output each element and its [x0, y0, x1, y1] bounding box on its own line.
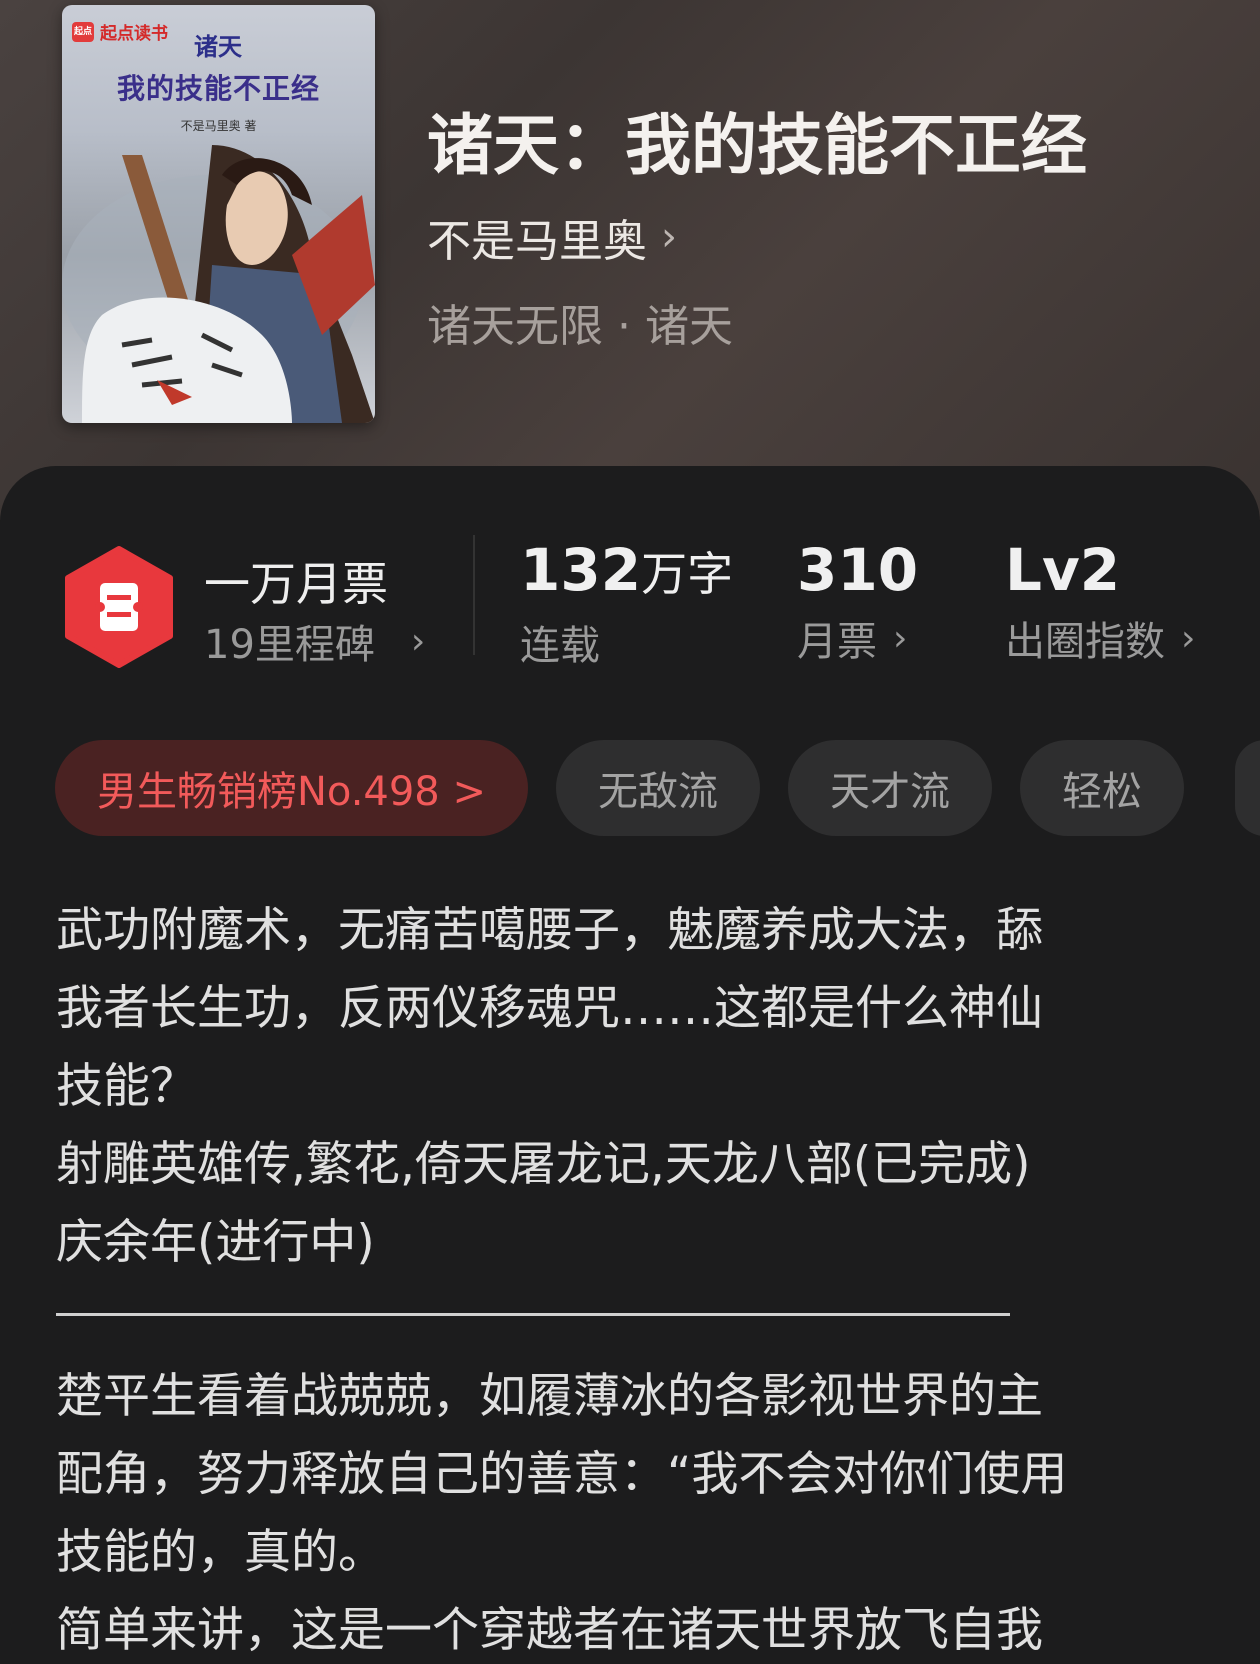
circle-index-stat[interactable]: Lv2 出圈指数 › [1005, 535, 1195, 667]
description-line: 配角，努力释放自己的善意：“我不会对你们使用 [56, 1447, 1068, 1502]
circle-index-label: 出圈指数 [1005, 619, 1165, 665]
stat-divider [473, 535, 475, 655]
monthly-tickets-stat[interactable]: 310 月票 › [797, 535, 918, 667]
serial-status: 连载 [520, 623, 600, 669]
cover-title-line1: 诸天 [194, 33, 242, 61]
chevron-right-icon: › [893, 617, 908, 659]
monthly-tickets-value: 310 [797, 536, 919, 604]
circle-index-value: Lv2 [1005, 536, 1121, 604]
rank-tag[interactable]: 男生畅销榜No.498 > [55, 740, 528, 836]
word-count-stat: 132万字 连载 [520, 535, 733, 671]
cover-brand: 起点 起点读书 [72, 19, 168, 44]
tag-list: 男生畅销榜No.498 > 无敌流 天才流 轻松 [55, 740, 1184, 836]
honor-title[interactable]: 一万月票 [204, 548, 388, 614]
description-line: 武功附魔术，无痛苦噶腰子，魅魔养成大法，舔 [56, 903, 1043, 958]
tag-item[interactable]: 无敌流 [555, 740, 760, 836]
cover-illustration [62, 145, 375, 423]
brand-logo-icon: 起点 [72, 21, 94, 42]
honor-milestone-label: 19里程碑 [204, 622, 375, 668]
book-description-continued[interactable]: 楚平生看着战兢兢，如履薄冰的各影视世界的主 配角，努力释放自己的善意：“我不会对… [56, 1358, 1226, 1664]
honor-milestone[interactable]: 19里程碑 › [204, 612, 425, 670]
chevron-right-icon: › [661, 214, 677, 260]
tag-item[interactable]: 轻松 [1019, 740, 1184, 836]
monthly-tickets-label: 月票 [797, 619, 877, 665]
tag-item-partial[interactable] [1235, 740, 1260, 836]
author-link[interactable]: 不是马里奥 › [427, 205, 677, 269]
description-line: 庆余年(进行中) [56, 1215, 375, 1270]
cover-title-line2: 我的技能不正经 [116, 72, 320, 105]
description-line: 楚平生看着战兢兢，如履薄冰的各影视世界的主 [56, 1369, 1043, 1424]
monthly-ticket-badge-icon[interactable] [62, 545, 176, 669]
description-line: 技能？ [56, 1059, 197, 1114]
author-name: 不是马里奥 [427, 216, 647, 267]
description-line: 简单来讲，这是一个穿越者在诸天世界放飞自我 [56, 1603, 1043, 1658]
tag-item[interactable]: 天才流 [787, 740, 992, 836]
description-separator [56, 1313, 1010, 1316]
description-line: 射雕英雄传,繁花,倚天屠龙记,天龙八部(已完成) [56, 1137, 1031, 1192]
book-title: 诸天：我的技能不正经 [427, 106, 1087, 184]
chevron-right-icon: › [1181, 617, 1196, 659]
cover-brand-label: 起点读书 [100, 24, 168, 44]
chevron-right-icon: › [410, 620, 426, 662]
book-description[interactable]: 武功附魔术，无痛苦噶腰子，魅魔养成大法，舔 我者长生功，反两仪移魂咒……这都是什… [56, 892, 1226, 1282]
book-category[interactable]: 诸天无限 · 诸天 [427, 290, 733, 354]
cover-author: 不是马里奥 著 [180, 119, 257, 133]
word-count-value: 132 [520, 536, 642, 604]
description-line: 我者长生功，反两仪移魂咒……这都是什么神仙 [56, 981, 1043, 1036]
book-cover[interactable]: 起点 起点读书 诸天 我的技能不正经 不是马里奥 著 [62, 5, 375, 423]
description-line: 技能的，真的。 [56, 1525, 385, 1580]
word-count-unit: 万字 [641, 547, 734, 601]
